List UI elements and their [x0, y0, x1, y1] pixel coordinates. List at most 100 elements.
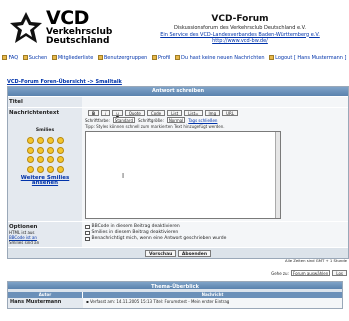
- smiley-icon[interactable]: [56, 146, 64, 154]
- profile-icon: [151, 55, 157, 60]
- smiley-icon[interactable]: [56, 156, 64, 163]
- smilies-label: Smilies: [35, 128, 55, 133]
- post-author: Hans Mustermann: [8, 298, 83, 308]
- vcd-emblem-icon: [10, 12, 42, 43]
- more-smilies-link[interactable]: Weitere Smilies ansehen: [9, 175, 81, 187]
- nav-label: Logout [ Hans Mustermann ]: [275, 55, 347, 61]
- nav-memberlist[interactable]: Mitgliederliste: [51, 55, 94, 61]
- messages-icon: [175, 55, 181, 60]
- smiley-icon[interactable]: [26, 156, 34, 163]
- checkbox[interactable]: [85, 230, 90, 236]
- textarea-scrollbar[interactable]: [275, 132, 280, 218]
- format-toolbar: B i u Quote Code List List= Img URL: [88, 110, 345, 116]
- logout-icon: [269, 55, 275, 60]
- notify-option[interactable]: Benachrichtigt mich, wenn eine Antwort g…: [85, 236, 345, 242]
- preview-button[interactable]: Vorschau: [144, 249, 177, 257]
- nav-label: Benutzergruppen: [103, 55, 148, 61]
- table-row: Hans Mustermann ▪ Verfasst am: 14.11.200…: [8, 298, 342, 308]
- smiley-icon[interactable]: [46, 146, 54, 154]
- smiley-icon[interactable]: [26, 137, 34, 144]
- smiley-icon[interactable]: [36, 156, 44, 163]
- main-nav: FAQ Suchen Mitgliederliste Benutzergrupp…: [0, 55, 349, 61]
- message-label-cell: Nachrichtentext Smilies Weitere Smilies …: [8, 108, 82, 221]
- italic-button[interactable]: i: [101, 110, 111, 116]
- smiley-icon[interactable]: [36, 146, 44, 154]
- faq-icon: [2, 55, 8, 60]
- nav-label: Profil: [157, 55, 171, 61]
- url-button[interactable]: URL: [222, 110, 239, 116]
- nav-profile[interactable]: Profil: [151, 55, 171, 61]
- post-meta-text: Verfasst am: 14.11.2005 15:13 Titel: For…: [90, 299, 230, 304]
- title-label: Titel: [8, 97, 82, 107]
- post-icon: ▪: [86, 299, 89, 304]
- timezone-note: Alle Zeiten sind GMT + 1 Stunde: [285, 258, 347, 263]
- smiley-icon[interactable]: [46, 137, 54, 144]
- smiley-icon[interactable]: [56, 165, 64, 173]
- code-button[interactable]: Code: [146, 110, 166, 116]
- logo-text: VCD Verkehrsclub Deutschland: [46, 9, 112, 46]
- nav-messages[interactable]: Du hast keine neuen Nachrichten: [175, 55, 265, 61]
- list-button[interactable]: List: [167, 110, 183, 116]
- smiley-icon[interactable]: [46, 156, 54, 163]
- smiley-icon[interactable]: [56, 137, 64, 144]
- close-tags-link[interactable]: Tags schließen: [188, 118, 217, 123]
- page-header: VCD Verkehrsclub Deutschland VCD-Forum D…: [0, 0, 349, 68]
- smiley-icon[interactable]: [46, 165, 54, 173]
- message-label: Nachrichtentext: [9, 110, 60, 116]
- smilies-grid: [9, 137, 81, 173]
- vcd-logo[interactable]: VCD Verkehrsclub Deutschland: [9, 9, 129, 51]
- font-size-select[interactable]: Normal: [166, 117, 186, 123]
- title-row: Titel: [8, 96, 348, 107]
- checkbox[interactable]: [85, 224, 90, 230]
- nav-logout[interactable]: Logout [ Hans Mustermann ]: [269, 55, 347, 61]
- font-color-select[interactable]: Standard: [112, 117, 135, 123]
- submit-button[interactable]: Absenden: [177, 249, 212, 257]
- nav-label: Mitgliederliste: [57, 55, 94, 61]
- reply-form: Antwort schreiben Titel Nachrichtentext …: [7, 86, 349, 259]
- search-icon: [22, 55, 28, 60]
- helpline: Tipp: Styles können schnell zum markiert…: [85, 124, 225, 129]
- img-button[interactable]: Img: [204, 110, 221, 116]
- quote-button[interactable]: Quote: [124, 110, 145, 116]
- site-url-link[interactable]: http://www.vcd-bw.de/: [140, 38, 340, 45]
- list-ordered-button[interactable]: List=: [184, 110, 203, 116]
- nav-faq[interactable]: FAQ: [2, 55, 18, 61]
- underline-button[interactable]: u: [112, 110, 123, 116]
- jump-select[interactable]: Forum auswählen: [290, 270, 331, 276]
- bold-button[interactable]: B: [88, 110, 100, 116]
- checkbox[interactable]: [85, 236, 90, 242]
- editor-cell: B i u Quote Code List List= Img URL Schr…: [82, 108, 348, 221]
- options-label-cell: Optionen HTML ist aus BBCode ist an Smil…: [8, 222, 82, 247]
- jump-box: Gehe zu: Forum auswählen Los: [271, 270, 347, 276]
- message-row: Nachrichtentext Smilies Weitere Smilies …: [8, 107, 348, 221]
- nav-usergroups[interactable]: Benutzergruppen: [97, 55, 148, 61]
- post-meta: ▪ Verfasst am: 14.11.2005 15:13 Titel: F…: [83, 298, 342, 308]
- smiley-icon[interactable]: [26, 165, 34, 173]
- form-actions: Vorschau Absenden: [8, 247, 348, 258]
- topic-review: Thema-Überblick Autor Nachricht Hans Mus…: [7, 281, 343, 309]
- message-textarea[interactable]: I: [85, 131, 281, 219]
- font-options: Schriftfarbe: Standard Schriftgröße: Nor…: [85, 117, 345, 123]
- logo-line1: VCD: [46, 7, 89, 29]
- jump-go-button[interactable]: Los: [332, 270, 347, 276]
- jump-label: Gehe zu:: [271, 270, 289, 276]
- members-icon: [51, 55, 57, 60]
- smilies-status: Smilies sind an: [9, 240, 40, 245]
- nav-label: FAQ: [8, 55, 19, 61]
- smiley-icon[interactable]: [36, 137, 44, 144]
- smiley-icon[interactable]: [36, 165, 44, 173]
- smiley-icon[interactable]: [26, 146, 34, 154]
- title-field-cell: [82, 97, 348, 107]
- font-size-label: Schriftgröße:: [138, 117, 164, 123]
- font-color-label: Schriftfarbe:: [85, 117, 110, 123]
- site-info: VCD-Forum Diskussionsforum des Verkehrsc…: [140, 14, 340, 45]
- logo-line3: Deutschland: [46, 36, 110, 46]
- form-header: Antwort schreiben: [8, 87, 348, 96]
- nav-label: Suchen: [28, 55, 48, 61]
- breadcrumb[interactable]: VCD-Forum Foren-Übersicht -> Smalltalk: [7, 79, 122, 85]
- option-label: Benachrichtigt mich, wenn eine Antwort g…: [91, 236, 227, 241]
- options-cell: BBCode in diesem Beitrag deaktivieren Sm…: [82, 222, 348, 247]
- nav-search[interactable]: Suchen: [22, 55, 48, 61]
- text-cursor-icon: I: [122, 172, 125, 180]
- groups-icon: [97, 55, 103, 60]
